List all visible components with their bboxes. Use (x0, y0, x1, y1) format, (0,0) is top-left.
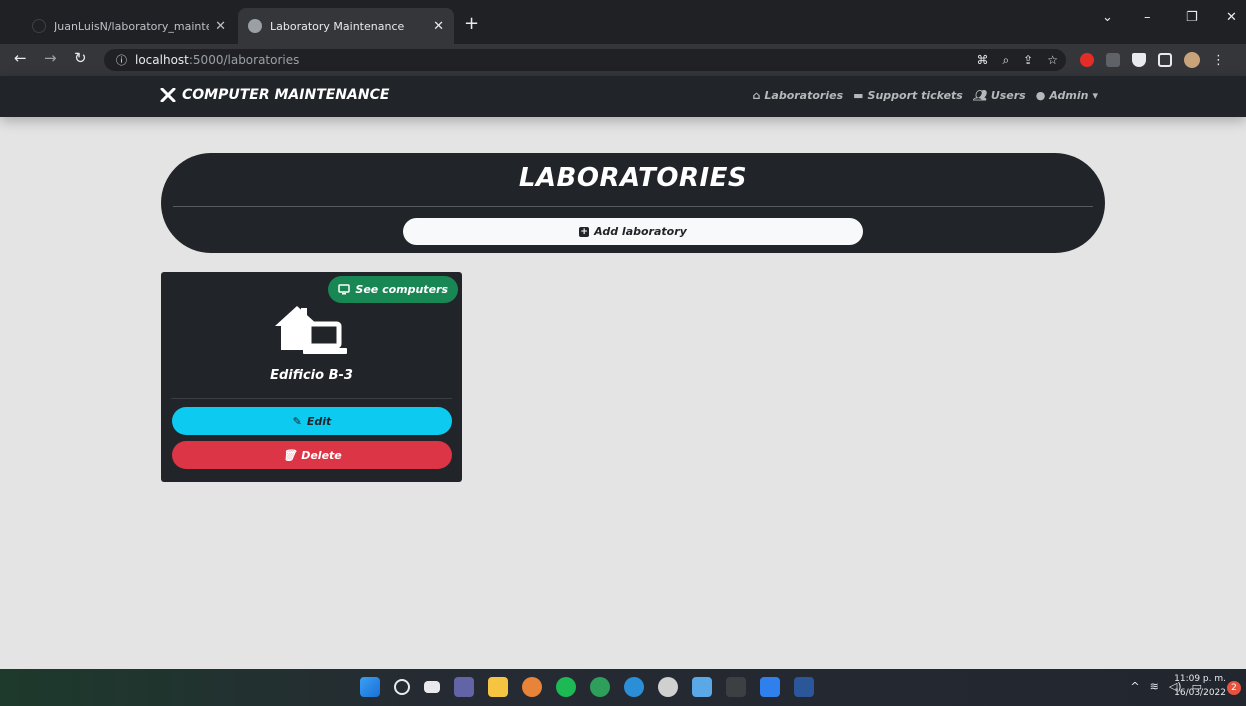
notification-badge[interactable]: 2 (1227, 681, 1241, 695)
bookmark-star-icon[interactable]: ☆ (1047, 53, 1058, 68)
spotify-icon[interactable] (556, 677, 576, 697)
reload-icon[interactable]: ↻ (74, 49, 87, 67)
delete-label: Delete (301, 448, 342, 462)
app-icon[interactable] (590, 677, 610, 697)
url-path: :5000/laboratories (188, 53, 300, 67)
url-host: localhost (135, 53, 189, 67)
chevron-up-icon[interactable]: ^ (1130, 680, 1139, 693)
browser-titlebar: JuanLuisN/laboratory_maintenan ✕ Laborat… (0, 0, 1246, 44)
back-icon[interactable]: ← (14, 49, 27, 67)
translate-icon[interactable]: ⌘ (976, 53, 988, 68)
tab-title: JuanLuisN/laboratory_maintenan (54, 19, 210, 33)
clock-date: 16/03/2022 (1174, 688, 1226, 698)
brand[interactable]: COMPUTER MAINTENANCE (160, 87, 389, 103)
tab-title: Laboratory Maintenance (270, 19, 405, 33)
tab-search-icon[interactable]: ⌄ (1102, 10, 1113, 25)
add-laboratory-button[interactable]: + Add laboratory (403, 218, 863, 245)
divider (173, 206, 1093, 207)
puzzle-icon[interactable] (1132, 53, 1146, 67)
house-laptop-icon (275, 306, 347, 354)
close-icon[interactable]: ✕ (215, 19, 226, 34)
app-icon[interactable] (658, 677, 678, 697)
laboratory-card: See computers Edificio B-3 ✎ Edit 🗑︎ Del… (161, 272, 462, 482)
photos-icon[interactable] (692, 677, 712, 697)
menu-kebab-icon[interactable]: ⋮ (1212, 53, 1225, 68)
share-icon[interactable]: ⇪ (1023, 53, 1033, 68)
nav-support-tickets[interactable]: ▬ Support tickets (853, 89, 963, 102)
browser-toolbar: ← → ↻ ⓘ localhost:5000/laboratories ⌘ ⌕ … (0, 44, 1246, 76)
desktop-icon (338, 284, 351, 295)
see-computers-label: See computers (355, 283, 448, 296)
ticket-icon: ▬ (853, 89, 864, 102)
globe-icon (248, 19, 262, 33)
profile-avatar[interactable] (1184, 52, 1200, 68)
zoom-icon[interactable]: ⌕ (1002, 53, 1009, 68)
divider (171, 398, 452, 399)
app-icon[interactable] (624, 677, 644, 697)
chrome-icon[interactable] (522, 677, 542, 697)
users-icon: 👥︎ (972, 89, 987, 102)
teams-icon[interactable] (454, 677, 474, 697)
info-icon[interactable]: ⓘ (116, 52, 127, 68)
add-laboratory-label: Add laboratory (594, 225, 687, 238)
task-view-icon[interactable] (424, 681, 440, 693)
page-title: LABORATORIES (518, 163, 748, 193)
house-laptop-icon: ⌂ (752, 89, 761, 102)
minimize-icon[interactable]: – (1144, 10, 1151, 25)
word-icon[interactable] (794, 677, 814, 697)
terminal-icon[interactable] (726, 677, 746, 697)
brand-name: COMPUTER MAINTENANCE (182, 87, 390, 103)
extension-icon[interactable] (1080, 53, 1094, 67)
user-icon: ● (1035, 89, 1046, 102)
browser-tab-laboratory[interactable]: Laboratory Maintenance ✕ (238, 8, 454, 44)
github-icon (32, 19, 46, 33)
browser-tab-github[interactable]: JuanLuisN/laboratory_maintenan ✕ (22, 8, 236, 44)
file-explorer-icon[interactable] (488, 677, 508, 697)
app-navbar: COMPUTER MAINTENANCE ⌂ Laboratories ▬ Su… (0, 76, 1246, 117)
nav-admin-dropdown[interactable]: ● Admin ▾ (1036, 89, 1098, 102)
nav-laboratories[interactable]: ⌂ Laboratories (753, 89, 844, 102)
tools-icon (160, 88, 176, 102)
nav-users[interactable]: 👥︎ Users (973, 89, 1026, 102)
caret-down-icon: ▾ (1092, 89, 1098, 102)
side-panel-icon[interactable] (1158, 53, 1172, 67)
extension-icon[interactable] (1106, 53, 1120, 67)
clock-time: 11:09 p. m. (1174, 674, 1226, 684)
address-bar[interactable]: ⓘ localhost:5000/laboratories ⌘ ⌕ ⇪ ☆ (104, 49, 1066, 71)
edit-icon: ✎ (292, 414, 302, 428)
windows-start-icon[interactable] (360, 677, 380, 697)
vscode-icon[interactable] (760, 677, 780, 697)
wifi-icon[interactable]: ≋ (1150, 680, 1159, 693)
nav-label: Users (990, 89, 1026, 102)
trash-icon: 🗑︎ (282, 448, 297, 462)
clock[interactable]: 11:09 p. m. 16/03/2022 (1166, 672, 1226, 700)
page-header: LABORATORIES + Add laboratory (161, 153, 1105, 253)
nav-label: Admin (1049, 89, 1089, 102)
window-close-icon[interactable]: ✕ (1226, 10, 1237, 25)
nav-label: Laboratories (764, 89, 844, 102)
new-tab-button[interactable]: + (464, 13, 479, 34)
nav-links: ⌂ Laboratories ▬ Support tickets 👥︎ User… (753, 89, 1098, 102)
laboratory-name: Edificio B-3 (270, 368, 353, 383)
nav-label: Support tickets (867, 89, 963, 102)
plus-square-icon: + (579, 226, 590, 237)
close-icon[interactable]: ✕ (433, 19, 444, 34)
edit-label: Edit (306, 414, 332, 428)
search-icon[interactable] (394, 679, 410, 695)
edit-button[interactable]: ✎ Edit (172, 407, 452, 435)
restore-icon[interactable]: ❐ (1186, 10, 1198, 25)
forward-icon[interactable]: → (44, 49, 57, 67)
delete-button[interactable]: 🗑︎ Delete (172, 441, 452, 469)
os-taskbar: ^ ≋ ◁) ▭ 11:09 p. m. 16/03/2022 2 (0, 669, 1246, 706)
